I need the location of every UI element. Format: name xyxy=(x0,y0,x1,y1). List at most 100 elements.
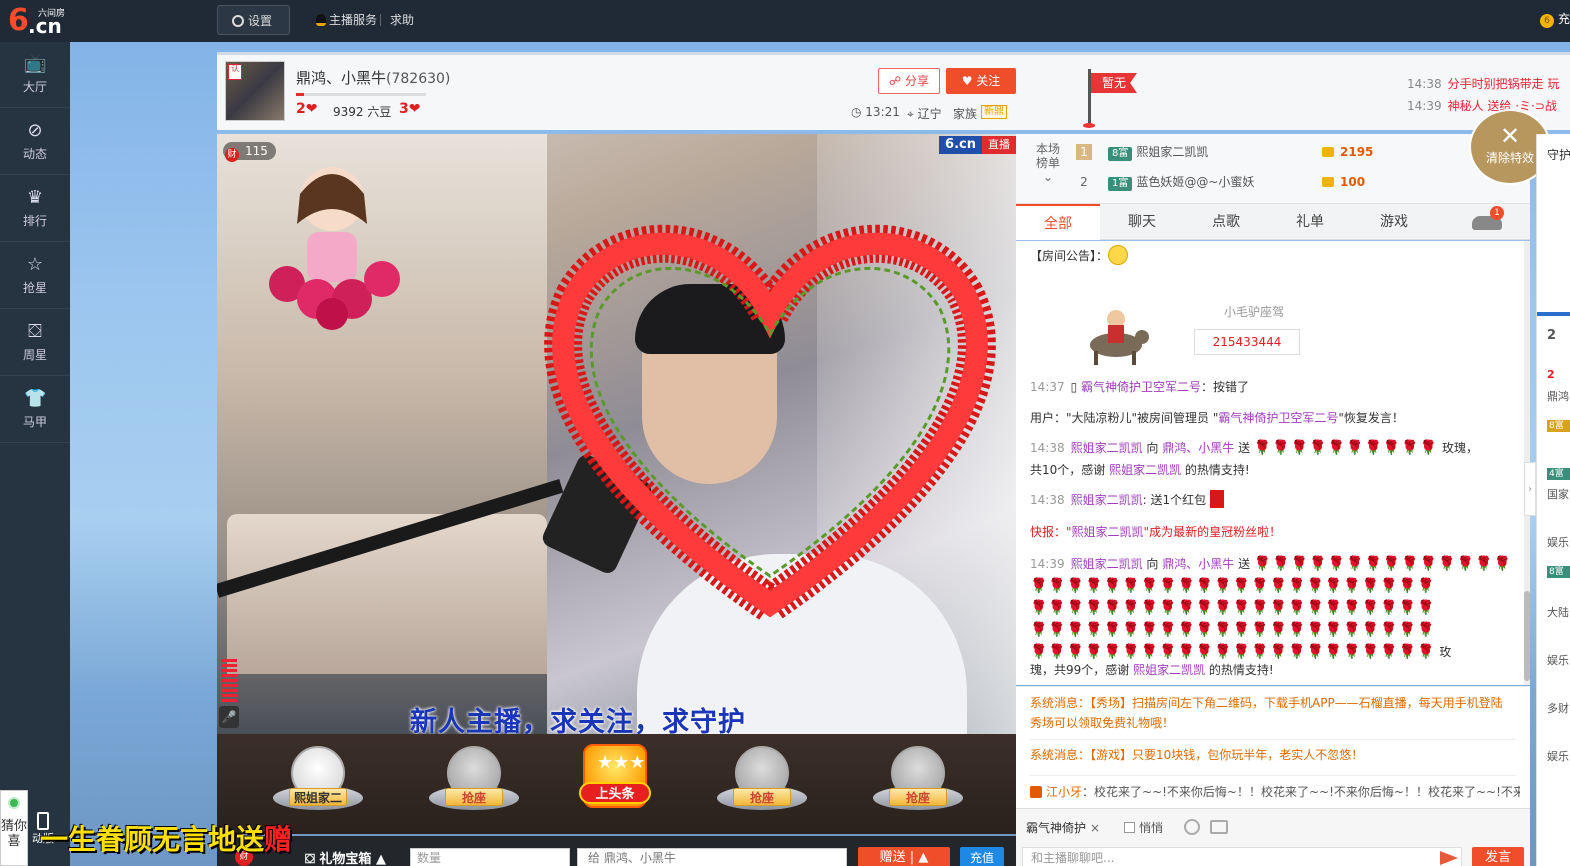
grin-emoji-icon xyxy=(1108,245,1129,265)
chat-user[interactable]: 熙姐家二凯凯 xyxy=(1072,525,1144,539)
gear-icon xyxy=(232,15,244,27)
close-icon[interactable]: × xyxy=(1090,821,1100,835)
headline-button[interactable]: ★★★ 上头条 xyxy=(579,744,651,808)
recharge-link[interactable]: 6充 xyxy=(1539,10,1570,28)
share-button[interactable]: ☍ 分享 xyxy=(878,68,940,94)
sidebar-item-vest[interactable]: 👕 马甲 xyxy=(0,377,70,443)
guard-level-badge: 8富 xyxy=(1547,420,1570,432)
tab-gift-list[interactable]: 礼单 xyxy=(1268,204,1352,240)
rank-user-name: 熙姐家二凯凯 xyxy=(1136,145,1209,159)
emoji-icon[interactable] xyxy=(1184,819,1200,835)
chat-user[interactable]: 熙姐家二凯凯 xyxy=(1133,663,1205,677)
chat-target[interactable]: 鼎鸿、小黑牛 xyxy=(1162,557,1234,571)
anchor-service-button[interactable]: 主播服务 xyxy=(316,5,377,35)
system-message: 系统消息：【秀场】扫描房间左下角二维码，下载手机APP——石榴直播，每天用手机登… xyxy=(1030,693,1516,733)
sidebar-item-week-star[interactable]: ⛋ 周星 xyxy=(0,310,70,376)
heart-icon: ❤ xyxy=(305,101,318,117)
chevron-down-icon: ⌄ xyxy=(1042,170,1054,184)
follow-label: 关注 xyxy=(976,74,1001,88)
star-icon: ☆ xyxy=(26,254,44,275)
headline-stars-icon: ★★★ xyxy=(597,752,646,773)
seat-1[interactable]: 熙姐家二 xyxy=(269,742,367,824)
seat-5[interactable]: 抢座 xyxy=(869,742,967,824)
chat-time: 14:37 xyxy=(1030,380,1065,394)
give-gift-button[interactable]: 赠送 | ▲ xyxy=(858,847,950,866)
guard-panel-item: 娱乐 xyxy=(1547,654,1569,667)
chat-time: 14:38 xyxy=(1030,493,1065,507)
site-logo[interactable]: 6 .cn 六间房 xyxy=(8,4,72,39)
help-link[interactable]: 求助 xyxy=(379,5,414,35)
car-count-badge: 1 xyxy=(1490,206,1504,220)
mic-icon[interactable]: 🎤 xyxy=(219,706,239,728)
grab-seat-button[interactable]: 抢座 xyxy=(445,788,503,806)
whisper-checkbox[interactable]: 悄悄 xyxy=(1124,819,1163,836)
mount-number: 215433444 xyxy=(1194,329,1300,355)
chat-input[interactable]: 和主播聊聊吧... xyxy=(1022,847,1462,866)
tab-all[interactable]: 全部 xyxy=(1016,204,1100,240)
settings-button[interactable]: 设置 xyxy=(217,5,290,35)
gift-box-button[interactable]: ⛋ 礼物宝箱 ▲ xyxy=(305,848,386,866)
sidebar-item-dynamic[interactable]: ⊘ 动态 xyxy=(0,109,70,175)
send-button[interactable]: 发言 xyxy=(1472,847,1524,866)
chat-user[interactable]: 熙姐家二凯凯 xyxy=(1071,441,1143,455)
chat-user[interactable]: 熙姐家二凯凯 xyxy=(1071,493,1143,507)
chat-text: 用户："大陆凉粉儿"被房间管理员 " xyxy=(1030,411,1219,425)
next-level-value: 3 xyxy=(399,101,409,117)
wealth-badge[interactable]: 财 115 xyxy=(223,142,276,162)
ticker-text: 分手时别把锅带走 玩 xyxy=(1447,77,1560,91)
chat-time: 14:38 xyxy=(1030,441,1065,455)
chat-user[interactable]: 熙姐家二凯凯 xyxy=(1109,463,1181,477)
live-video[interactable]: 财 115 6.cn 直播 🎤 新人主播，求关注，求守护 xyxy=(217,134,1016,734)
chat-scrollbar-thumb[interactable] xyxy=(1524,591,1530,681)
chat-text: 的热情支持! xyxy=(1205,663,1274,677)
current-level-value: 2 xyxy=(296,101,306,117)
flag-badge[interactable]: 暂无 xyxy=(1091,73,1137,93)
sidebar-item-rank[interactable]: ♛ 排行 xyxy=(0,176,70,242)
rank-row[interactable]: 2 1富 蓝色妖姬@@~小蜜妖 100 xyxy=(1076,168,1516,196)
rank-title[interactable]: 本场榜单 ⌄ xyxy=(1034,142,1062,184)
chat-line: 14:38 熙姐家二凯凯: 送1个红包 xyxy=(1030,489,1520,511)
live-label: 直播 xyxy=(982,136,1016,154)
guard-panel-divider xyxy=(1537,312,1570,316)
quantity-input[interactable]: 数量 xyxy=(410,848,570,866)
guard-panel-item: 国家 xyxy=(1547,488,1569,501)
mount-owner-label: 小毛驴座驾 xyxy=(1224,305,1285,319)
chat-target[interactable]: 鼎鸿、小黑牛 xyxy=(1162,441,1234,455)
tab-game[interactable]: 游戏 xyxy=(1352,204,1436,240)
tab-song[interactable]: 点歌 xyxy=(1184,204,1268,240)
follow-button[interactable]: ♥ 关注 xyxy=(946,68,1016,94)
chat-user[interactable]: 江小牙 xyxy=(1046,785,1082,799)
anchor-avatar[interactable]: 认 xyxy=(225,61,285,121)
chat-time: 14:39 xyxy=(1030,557,1065,571)
chat-line: 14:37 ▯ 霸气神倚护卫空军二号：按错了 xyxy=(1030,376,1520,398)
guess-you-like-button[interactable]: 猜你喜 xyxy=(0,790,28,866)
chat-user[interactable]: 霸气神倚护卫空军二号 xyxy=(1081,380,1201,394)
gift-ticker-item[interactable]: 14:38 分手时别把锅带走 玩 xyxy=(1407,75,1559,92)
tab-chat[interactable]: 聊天 xyxy=(1100,204,1184,240)
certified-badge-icon: 认 xyxy=(228,64,242,80)
image-icon[interactable] xyxy=(1210,820,1228,834)
family-tag[interactable]: 新鼎 xyxy=(981,105,1007,119)
video-caption: 新人主播，求关注，求守护 xyxy=(410,707,746,734)
chat-text: "恢复发言！ xyxy=(1338,411,1404,425)
chevron-right-icon[interactable]: › xyxy=(1524,462,1536,516)
guard-panel-title[interactable]: 守护 xyxy=(1547,146,1570,163)
seat-2[interactable]: 抢座 xyxy=(425,742,523,824)
gift-scroll-red: 赠 xyxy=(264,823,293,856)
grab-seat-button[interactable]: 抢座 xyxy=(733,788,791,806)
gift-recipient-select[interactable]: 给 鼎鸿、小黑牛 xyxy=(577,848,847,866)
anchor-name: 鼎鸿、小黑牛(782630) xyxy=(296,67,450,88)
sidebar-item-grab-star[interactable]: ☆ 抢星 xyxy=(0,243,70,309)
red-packet-icon[interactable] xyxy=(1210,490,1225,508)
seat-4[interactable]: 抢座 xyxy=(713,742,811,824)
gift-ticker-item[interactable]: 14:39 神秘人 送给 ·ミ·⊃战 xyxy=(1407,97,1557,114)
chat-recipient[interactable]: 霸气神倚护 × xyxy=(1026,819,1100,836)
sidebar-item-hall[interactable]: 📺 大厅 xyxy=(0,42,70,108)
gift-icon: ⛋ xyxy=(28,321,42,342)
donkey-mount-icon xyxy=(1090,310,1149,365)
recharge-button[interactable]: 充值 xyxy=(960,847,1004,866)
rank-row[interactable]: 1 8富 熙姐家二凯凯 2195 xyxy=(1076,138,1516,166)
grab-seat-button[interactable]: 抢座 xyxy=(889,788,947,806)
chat-user[interactable]: 熙姐家二凯凯 xyxy=(1071,557,1143,571)
chat-user[interactable]: 霸气神倚护卫空军二号 xyxy=(1218,411,1338,425)
